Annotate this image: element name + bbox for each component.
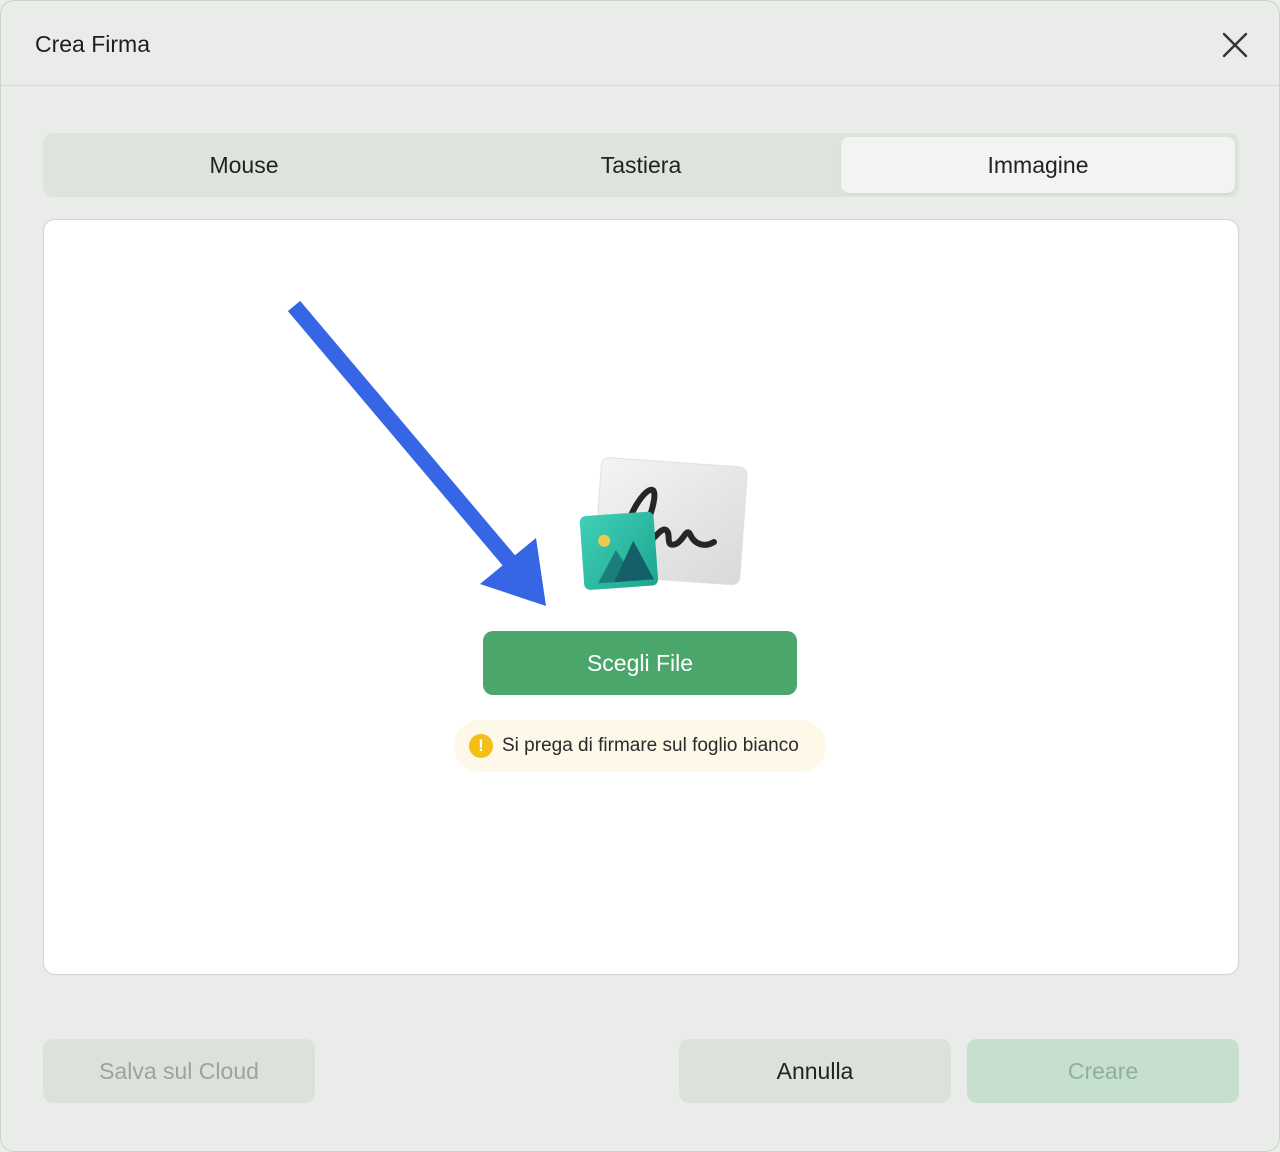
warning-icon: !: [469, 734, 493, 758]
hint-text: Si prega di firmare sul foglio bianco: [502, 735, 799, 756]
save-to-cloud-button[interactable]: Salva sul Cloud: [43, 1039, 315, 1103]
image-upload-panel: Scegli File ! Si prega di firmare sul fo…: [43, 219, 1239, 975]
choose-file-button[interactable]: Scegli File: [483, 631, 797, 695]
image-signature-illustration: [579, 457, 748, 590]
hint-banner: ! Si prega di firmare sul foglio bianco: [454, 720, 826, 772]
signature-method-tabs: Mouse Tastiera Immagine: [43, 133, 1239, 197]
tab-keyboard[interactable]: Tastiera: [444, 137, 838, 193]
close-icon[interactable]: [1215, 25, 1255, 65]
cancel-button[interactable]: Annulla: [679, 1039, 951, 1103]
dialog-title: Crea Firma: [35, 31, 151, 57]
tab-image[interactable]: Immagine: [841, 137, 1235, 193]
dialog-titlebar: Crea Firma: [1, 1, 1279, 86]
tab-mouse[interactable]: Mouse: [47, 137, 441, 193]
create-button[interactable]: Creare: [967, 1039, 1239, 1103]
create-signature-dialog: Crea Firma Mouse Tastiera Immagine Scegl…: [0, 0, 1280, 1152]
pointer-arrow-icon: [287, 300, 546, 606]
